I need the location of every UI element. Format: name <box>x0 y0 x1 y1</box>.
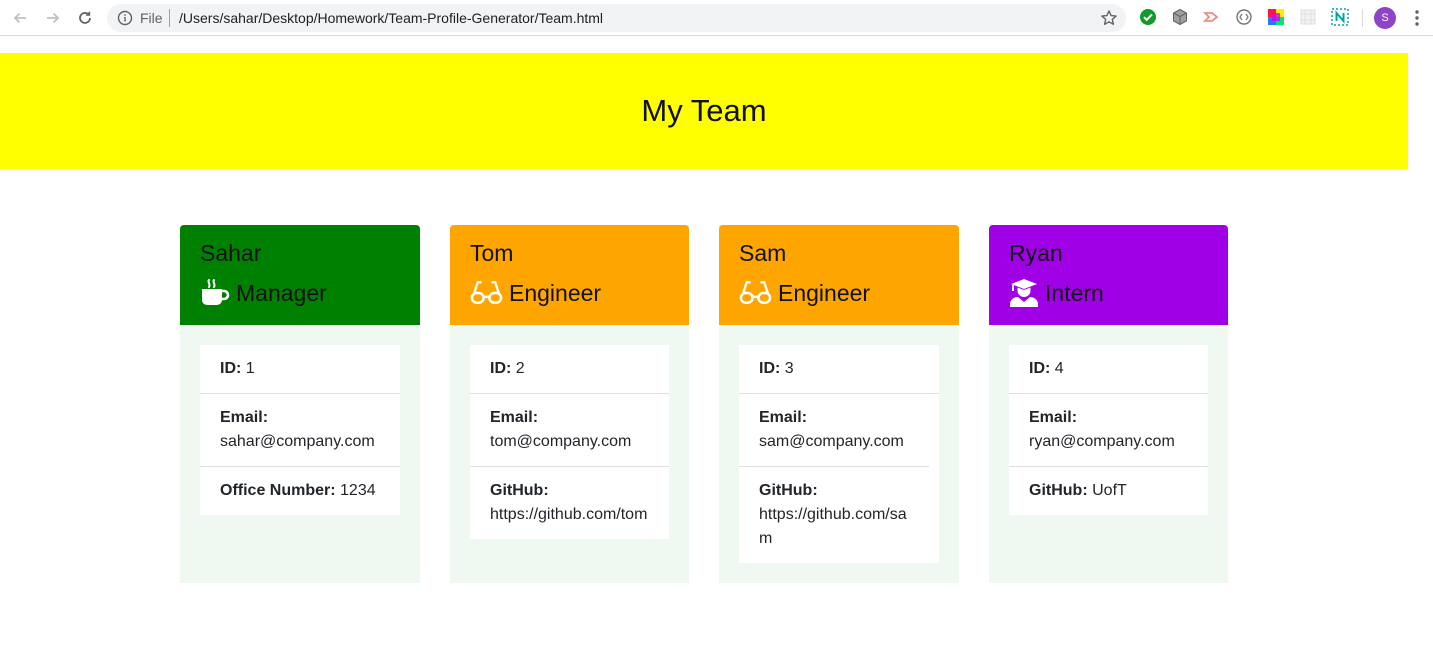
card-header: Tom Engineer <box>450 225 689 325</box>
profile-avatar[interactable]: S <box>1374 7 1396 29</box>
role-label: Engineer <box>509 280 602 306</box>
info-icon[interactable] <box>117 10 133 26</box>
card-header: Ryan Intern <box>989 225 1228 325</box>
email-link[interactable]: ryan@company.com <box>1029 433 1175 450</box>
list-item-office-number: Office Number: 1234 <box>200 466 400 515</box>
email-label: Email: <box>1029 409 1078 426</box>
employee-role: Engineer <box>470 278 689 308</box>
extension-cube-icon[interactable] <box>1171 8 1189 26</box>
back-button[interactable] <box>8 6 32 30</box>
employee-name: Ryan <box>1009 240 1063 266</box>
email-link[interactable]: sam@company.com <box>759 433 904 450</box>
list-item-school: GitHub: UofT <box>1009 466 1208 515</box>
role-label: Intern <box>1045 280 1104 306</box>
address-bar[interactable]: File /Users/sahar/Desktop/Homework/Team-… <box>107 4 1126 32</box>
kebab-menu-icon <box>1415 10 1419 26</box>
github-label: GitHub: <box>759 482 818 499</box>
list-item-id: ID: 2 <box>470 345 669 393</box>
extension-arrow-icon[interactable] <box>1203 8 1221 26</box>
office-number-value: 1234 <box>340 482 376 499</box>
employee-name: Sam <box>739 240 787 266</box>
github-link[interactable]: https://github.com/sam <box>759 506 907 547</box>
team-header: My Team <box>0 53 1408 169</box>
url-text[interactable]: /Users/sahar/Desktop/Homework/Team-Profi… <box>179 10 603 26</box>
bookmark-star-icon[interactable] <box>1100 9 1118 27</box>
email-label: Email: <box>490 409 539 426</box>
id-label: ID: <box>490 360 512 377</box>
employee-role: Manager <box>200 278 420 308</box>
list-item-email: Email: sahar@company.com <box>200 393 400 466</box>
address-divider <box>169 9 170 27</box>
github-link[interactable]: https://github.com/tom <box>490 506 647 523</box>
role-label: Engineer <box>778 280 871 306</box>
back-arrow-icon <box>13 12 26 24</box>
school-label: GitHub: <box>1029 482 1088 499</box>
id-label: ID: <box>1029 360 1051 377</box>
reload-button[interactable] <box>73 6 97 30</box>
email-link[interactable]: sahar@company.com <box>220 433 375 450</box>
email-label: Email: <box>759 409 808 426</box>
card-header: Sam Engineer <box>719 225 959 325</box>
id-value: 1 <box>245 360 255 377</box>
glasses-icon <box>739 281 772 304</box>
list-item-email: Email: ryan@company.com <box>1009 393 1208 466</box>
list-item-github: GitHub: https://github.com/tom <box>470 466 669 539</box>
employee-details-list: ID: 4 Email: ryan@company.com GitHub: Uof… <box>1009 345 1208 515</box>
extension-check-icon[interactable] <box>1139 8 1157 26</box>
extension-color-picker-icon[interactable] <box>1267 8 1285 26</box>
browser-menu-button[interactable] <box>1408 8 1426 28</box>
employee-details-list: ID: 1 Email: sahar@company.com Office Num… <box>200 345 400 515</box>
forward-arrow-icon <box>47 12 60 24</box>
employee-name: Tom <box>470 240 514 266</box>
list-item-id: ID: 4 <box>1009 345 1208 393</box>
employee-details-list: ID: 3 Email: sam@company.com GitHub: https… <box>739 345 939 563</box>
id-value: 2 <box>515 360 525 377</box>
browser-toolbar: File /Users/sahar/Desktop/Homework/Team-… <box>0 0 1433 36</box>
list-item-id: ID: 1 <box>200 345 400 393</box>
page-title: My Team <box>641 93 767 128</box>
list-item-github: GitHub: https://github.com/sam <box>739 466 929 563</box>
employee-card-engineer: Sam Engineer ID: 3 Email: sam@company.com… <box>719 225 959 583</box>
coffee-mug-icon <box>202 279 230 305</box>
glasses-icon <box>470 281 503 304</box>
employee-details-list: ID: 2 Email: tom@company.com GitHub: https… <box>470 345 669 539</box>
graduate-icon <box>1010 279 1038 307</box>
email-label: Email: <box>220 409 269 426</box>
forward-button[interactable] <box>41 6 65 30</box>
id-value: 3 <box>784 360 794 377</box>
id-label: ID: <box>220 360 242 377</box>
school-value: UofT <box>1092 482 1127 499</box>
employee-card-engineer: Tom Engineer ID: 2 Email: tom@company.com… <box>450 225 689 583</box>
employee-role: Engineer <box>739 278 959 308</box>
extension-circle-icon[interactable] <box>1235 8 1253 26</box>
toolbar-divider <box>1362 9 1363 27</box>
card-header: Sahar Manager <box>180 225 420 325</box>
role-label: Manager <box>236 280 327 306</box>
id-value: 4 <box>1054 360 1064 377</box>
url-scheme-label: File <box>140 10 163 26</box>
employee-card-intern: Ryan Intern ID: 4 Email: ryan@company.com… <box>989 225 1228 583</box>
email-link[interactable]: tom@company.com <box>490 433 631 450</box>
employee-card-manager: Sahar Manager ID: 1 Email: sahar@company.… <box>180 225 420 583</box>
id-label: ID: <box>759 360 781 377</box>
list-item-email: Email: sam@company.com <box>739 393 939 466</box>
employee-role: Intern <box>1009 278 1228 308</box>
github-label: GitHub: <box>490 482 549 499</box>
extension-n-icon[interactable] <box>1331 8 1349 26</box>
list-item-email: Email: tom@company.com <box>470 393 669 466</box>
office-number-label: Office Number: <box>220 482 336 499</box>
list-item-id: ID: 3 <box>739 345 939 393</box>
employee-name: Sahar <box>200 240 262 266</box>
reload-icon <box>79 11 91 24</box>
extension-grid-icon[interactable] <box>1299 8 1317 26</box>
